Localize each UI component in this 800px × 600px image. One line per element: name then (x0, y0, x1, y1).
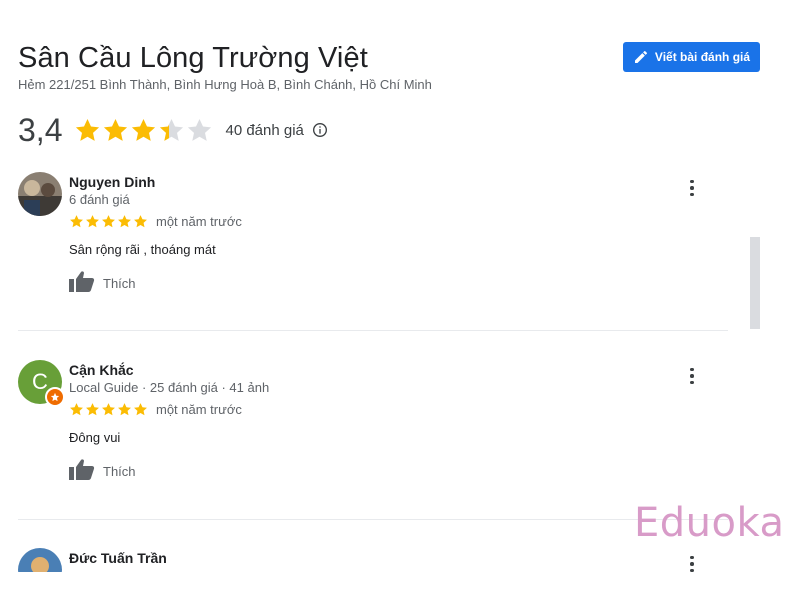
review-author[interactable]: Đức Tuấn Trần (69, 550, 167, 566)
star-icon (130, 117, 157, 144)
local-guide-badge-icon (45, 387, 65, 407)
review-text: Đông vui (69, 430, 121, 445)
like-label: Thích (103, 276, 136, 291)
watermark-text: Eduoka (634, 500, 785, 546)
review-text: Sân rộng rãi , thoáng mát (69, 242, 216, 257)
review-author[interactable]: Nguyen Dinh (69, 174, 155, 190)
star-icon (85, 214, 100, 229)
star-icon (102, 117, 129, 144)
review-author-meta: Local Guide · 25 đánh giá · 41 ảnh (69, 380, 270, 395)
review-rating: một năm trước (69, 402, 242, 417)
star-icon (117, 402, 132, 417)
more-options-icon[interactable] (682, 176, 702, 200)
average-rating: 3,4 (18, 111, 63, 148)
star-icon (101, 402, 116, 417)
star-icon (117, 214, 132, 229)
average-stars (74, 117, 213, 144)
bottom-mask (0, 572, 800, 600)
star-icon (85, 402, 100, 417)
write-review-label: Viết bài đánh giá (654, 50, 751, 64)
star-icon (133, 402, 148, 417)
like-button[interactable]: Thích (69, 458, 136, 485)
like-label: Thích (103, 464, 136, 479)
review-item: C Cận Khắc Local Guide · 25 đánh giá · 4… (18, 360, 738, 500)
star-icon (133, 214, 148, 229)
info-icon[interactable] (312, 122, 328, 138)
star-icon (101, 214, 116, 229)
pencil-icon (633, 49, 649, 65)
star-icon (69, 402, 84, 417)
star-icon (158, 117, 185, 144)
star-icon (69, 214, 84, 229)
review-time: một năm trước (156, 214, 242, 229)
review-rating: một năm trước (69, 214, 242, 229)
review-time: một năm trước (156, 402, 242, 417)
review-divider (18, 519, 728, 520)
review-divider (18, 330, 728, 331)
write-review-button[interactable]: Viết bài đánh giá (623, 42, 760, 72)
thumbs-up-icon (69, 458, 95, 485)
watermark-logo: Eduoka (634, 500, 784, 546)
review-author[interactable]: Cận Khắc (69, 362, 134, 378)
star-icon (186, 117, 213, 144)
review-author-meta: 6 đánh giá (69, 192, 130, 207)
review-item: Nguyen Dinh 6 đánh giá một năm trước Sân… (18, 172, 738, 312)
scrollbar-thumb[interactable] (750, 237, 760, 329)
like-button[interactable]: Thích (69, 270, 136, 297)
more-options-icon[interactable] (682, 364, 702, 388)
review-stars (69, 214, 148, 229)
rating-summary: 3,4 40 đánh giá (18, 110, 328, 150)
review-count[interactable]: 40 đánh giá (225, 122, 303, 139)
thumbs-up-icon (69, 270, 95, 297)
avatar[interactable] (18, 172, 62, 216)
place-title: Sân Cầu Lông Trường Việt (18, 42, 368, 74)
place-address: Hẻm 221/251 Bình Thành, Bình Hưng Hoà B,… (18, 77, 432, 92)
avatar[interactable]: C (18, 360, 65, 407)
review-stars (69, 402, 148, 417)
star-icon (74, 117, 101, 144)
